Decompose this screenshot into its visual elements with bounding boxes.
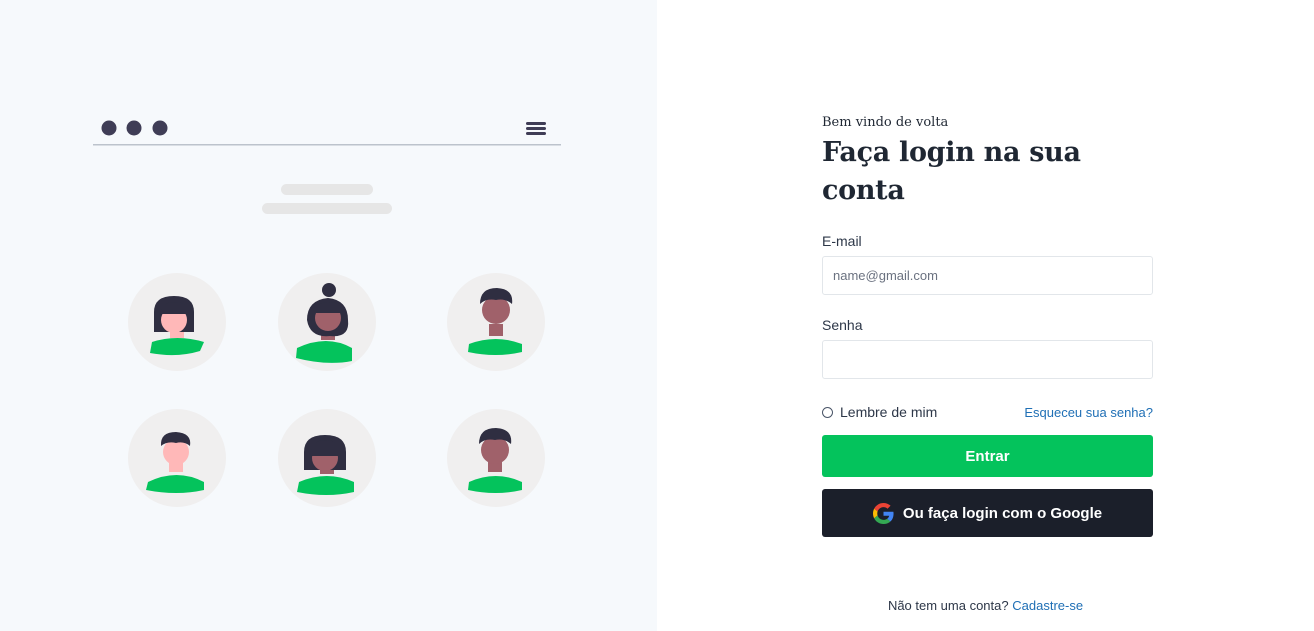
remember-me-checkbox[interactable]: Lembre de mim <box>822 404 937 420</box>
welcome-text: Bem vindo de volta <box>822 115 949 130</box>
google-login-button[interactable]: Ou faça login com o Google <box>822 489 1153 537</box>
signup-prompt: Não tem uma conta? Cadastre-se <box>657 598 1314 613</box>
submit-button[interactable]: Entrar <box>822 435 1153 477</box>
login-panel: Bem vindo de volta Faça login na sua con… <box>657 0 1314 631</box>
password-label: Senha <box>822 317 863 333</box>
avatar-woman-bangs-icon <box>278 409 376 507</box>
google-login-label: Ou faça login com o Google <box>902 504 1103 522</box>
options-row: Lembre de mim Esqueceu sua senha? <box>822 403 1153 421</box>
signup-link[interactable]: Cadastre-se <box>1012 598 1083 613</box>
window-divider <box>93 144 561 146</box>
avatar-man-icon <box>447 273 545 371</box>
email-label: E-mail <box>822 233 862 249</box>
team-illustration <box>93 120 561 507</box>
hamburger-menu-icon <box>526 122 546 135</box>
window-dots-icon <box>101 120 168 136</box>
no-account-text: Não tem uma conta? <box>887 598 1009 613</box>
forgot-password-link[interactable]: Esqueceu sua senha? <box>1024 405 1153 420</box>
avatar-man-dark-icon <box>447 409 545 507</box>
avatar-woman-bun-icon <box>278 273 376 371</box>
login-form: Bem vindo de volta Faça login na sua con… <box>822 114 1153 537</box>
password-field[interactable] <box>822 340 1153 379</box>
email-field[interactable] <box>822 256 1153 295</box>
page-title: Faça login na sua conta <box>822 137 1081 206</box>
placeholder-bar <box>281 184 373 195</box>
placeholder-bar <box>262 203 392 214</box>
radio-circle-icon[interactable] <box>822 406 833 418</box>
illustration-panel <box>0 0 657 631</box>
avatar-woman-icon <box>128 273 226 371</box>
remember-me-label: Lembre de mim <box>840 404 938 420</box>
avatar-man-light-icon <box>128 409 226 507</box>
google-g-icon <box>872 502 894 524</box>
